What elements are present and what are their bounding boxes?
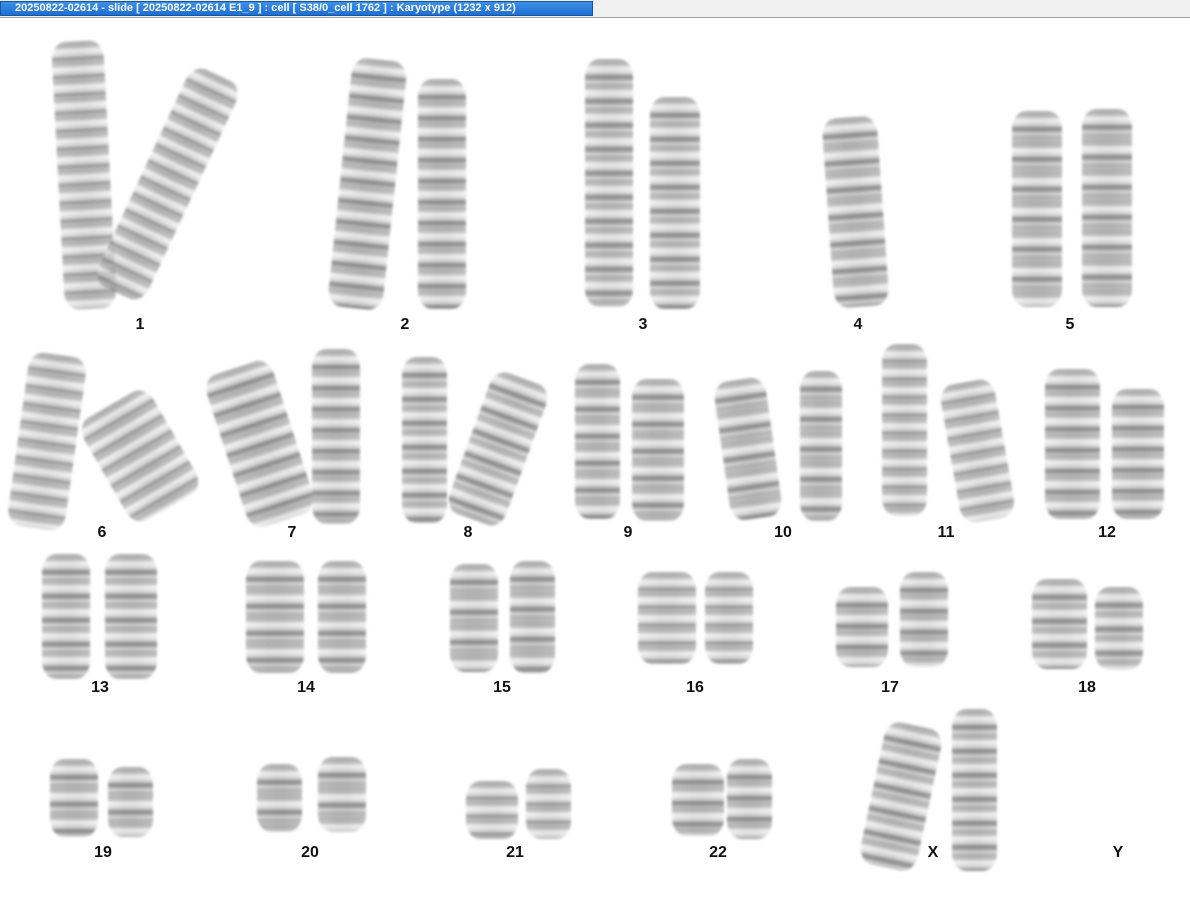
chromosome-13-a[interactable] bbox=[42, 554, 90, 679]
chromosome-20-b[interactable] bbox=[318, 757, 366, 832]
chromosome-17-b[interactable] bbox=[900, 572, 948, 667]
chromosome-7-a[interactable] bbox=[201, 357, 319, 531]
chromosome-9-b[interactable] bbox=[632, 379, 684, 521]
chromosome-label-8: 8 bbox=[463, 524, 473, 541]
chromosome-8-a[interactable] bbox=[402, 357, 447, 523]
chromosome-2-a[interactable] bbox=[327, 56, 408, 312]
chromosome-14-b[interactable] bbox=[318, 561, 366, 673]
chromosome-22-a[interactable] bbox=[672, 764, 724, 836]
chromosome-label-3: 3 bbox=[638, 316, 648, 333]
chromosome-11-a[interactable] bbox=[882, 344, 927, 516]
chromosome-6-b[interactable] bbox=[75, 384, 205, 528]
chromosome-label-4: 4 bbox=[853, 316, 863, 333]
chromosome-8-b[interactable] bbox=[444, 368, 552, 530]
chromosome-x-b[interactable] bbox=[952, 709, 997, 871]
chromosome-16-a[interactable] bbox=[638, 572, 696, 664]
chromosome-9-a[interactable] bbox=[575, 364, 620, 519]
chromosome-3-a[interactable] bbox=[585, 59, 633, 307]
chromosome-14-a[interactable] bbox=[246, 561, 304, 673]
chromosome-label-17: 17 bbox=[881, 679, 899, 696]
chromosome-label-14: 14 bbox=[297, 679, 315, 696]
chromosome-label-15: 15 bbox=[493, 679, 511, 696]
chromosome-11-b[interactable] bbox=[938, 377, 1017, 525]
chromosome-10-a[interactable] bbox=[712, 376, 784, 522]
chromosome-6-a[interactable] bbox=[6, 350, 88, 533]
chromosome-3-b[interactable] bbox=[650, 97, 700, 309]
chromosome-label-9: 9 bbox=[623, 524, 633, 541]
chromosome-label-2: 2 bbox=[400, 316, 410, 333]
chromosome-20-a[interactable] bbox=[257, 764, 302, 832]
chromosome-label-13: 13 bbox=[91, 679, 109, 696]
chromosome-10-b[interactable] bbox=[800, 371, 842, 521]
chromosome-17-a[interactable] bbox=[836, 587, 888, 667]
chromosome-label-x: X bbox=[927, 844, 939, 861]
chromosome-12-a[interactable] bbox=[1045, 369, 1100, 519]
chromosome-label-7: 7 bbox=[287, 524, 297, 541]
chromosome-18-a[interactable] bbox=[1032, 579, 1087, 669]
chromosome-label-5: 5 bbox=[1065, 316, 1075, 333]
chromosome-label-1: 1 bbox=[135, 316, 145, 333]
chromosome-label-11: 11 bbox=[937, 524, 955, 541]
chromosome-label-16: 16 bbox=[686, 679, 704, 696]
window-titlebar: 20250822-02614 - slide [ 20250822-02614 … bbox=[0, 0, 1190, 18]
chromosome-4-a[interactable] bbox=[821, 115, 890, 309]
chromosome-15-a[interactable] bbox=[450, 564, 498, 672]
chromosome-label-6: 6 bbox=[97, 524, 107, 541]
chromosome-label-y: Y bbox=[1112, 844, 1124, 861]
karyotype-canvas[interactable]: 1 2 3 4 5 6 7 8 9 10 11 12 13 14 15 16 17 18 19 20 21 22 X Y bbox=[0, 19, 1190, 901]
chromosome-22-b[interactable] bbox=[727, 759, 772, 839]
chromosome-label-19: 19 bbox=[94, 844, 112, 861]
chromosome-label-12: 12 bbox=[1098, 524, 1116, 541]
chromosome-label-10: 10 bbox=[774, 524, 792, 541]
chromosome-18-b[interactable] bbox=[1095, 587, 1143, 670]
chromosome-2-b[interactable] bbox=[418, 79, 466, 309]
chromosome-5-b[interactable] bbox=[1082, 109, 1132, 307]
chromosome-13-b[interactable] bbox=[105, 554, 157, 679]
chromosome-21-a[interactable] bbox=[466, 781, 518, 839]
chromosome-label-21: 21 bbox=[506, 844, 524, 861]
chromosome-7-b[interactable] bbox=[312, 349, 360, 524]
chromosome-12-b[interactable] bbox=[1112, 389, 1164, 519]
chromosome-15-b[interactable] bbox=[510, 561, 555, 673]
chromosome-1-b[interactable] bbox=[91, 63, 244, 305]
chromosome-16-b[interactable] bbox=[705, 572, 753, 664]
chromosome-label-22: 22 bbox=[709, 844, 727, 861]
chromosome-5-a[interactable] bbox=[1012, 111, 1062, 307]
chromosome-19-a[interactable] bbox=[50, 759, 98, 837]
chromosome-label-18: 18 bbox=[1078, 679, 1096, 696]
chromosome-21-b[interactable] bbox=[526, 769, 571, 839]
chromosome-19-b[interactable] bbox=[108, 767, 153, 837]
window-title[interactable]: 20250822-02614 - slide [ 20250822-02614 … bbox=[0, 1, 593, 16]
chromosome-label-20: 20 bbox=[301, 844, 319, 861]
